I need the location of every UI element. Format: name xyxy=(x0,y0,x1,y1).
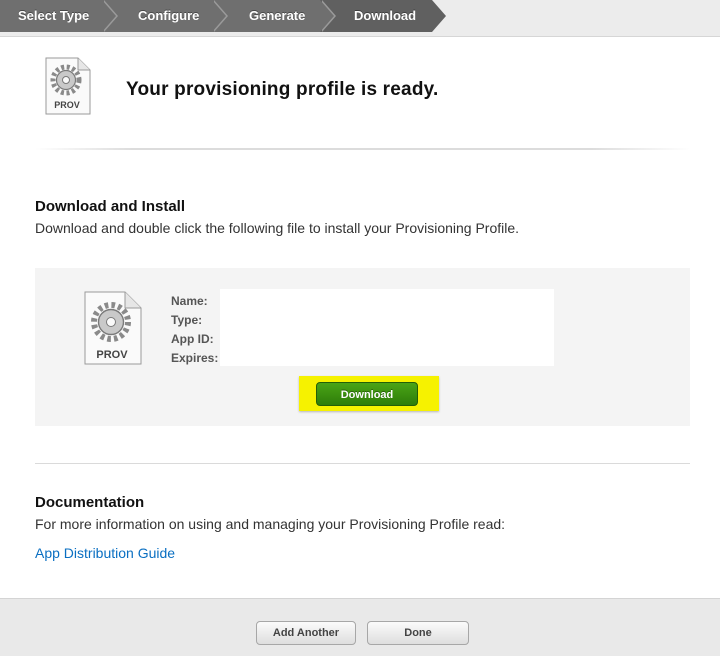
icon-label: PROV xyxy=(54,100,80,110)
step-configure: Configure xyxy=(102,0,228,32)
step-select-type: Select Type xyxy=(0,0,118,32)
name-label: Name: xyxy=(171,294,208,308)
add-another-button[interactable]: Add Another xyxy=(256,621,356,645)
download-install-text: Download and double click the following … xyxy=(35,220,520,236)
divider xyxy=(35,148,690,150)
step-label: Configure xyxy=(138,8,200,23)
step-generate: Generate xyxy=(212,0,336,32)
step-label: Download xyxy=(354,8,417,23)
profile-meta-values xyxy=(220,289,554,366)
download-panel: PROV Name: Type: App ID: Expires: Downlo… xyxy=(35,268,690,426)
documentation-heading: Documentation xyxy=(35,494,145,511)
footer-bar: Add Another Done xyxy=(0,598,720,656)
wizard-steps: Select Type Configure Generate Download xyxy=(0,0,720,37)
step-label: Select Type xyxy=(18,8,90,23)
documentation-text: For more information on using and managi… xyxy=(35,516,506,532)
done-button[interactable]: Done xyxy=(367,621,469,645)
download-install-heading: Download and Install xyxy=(35,198,186,215)
page-title: Your provisioning profile is ready. xyxy=(126,79,439,100)
icon-label: PROV xyxy=(96,349,128,361)
expires-label: Expires: xyxy=(171,351,219,365)
profile-meta-labels: Name: Type: App ID: Expires: xyxy=(171,292,218,368)
step-download: Download xyxy=(320,0,446,32)
type-label: Type: xyxy=(171,313,203,327)
provisioning-file-icon: PROV xyxy=(83,290,143,371)
step-label: Generate xyxy=(249,8,306,23)
provisioning-file-icon: PROV xyxy=(44,56,92,121)
download-button[interactable]: Download xyxy=(316,382,418,406)
app-distribution-guide-link[interactable]: App Distribution Guide xyxy=(35,545,175,561)
divider xyxy=(35,463,690,464)
app-id-label: App ID: xyxy=(171,332,214,346)
